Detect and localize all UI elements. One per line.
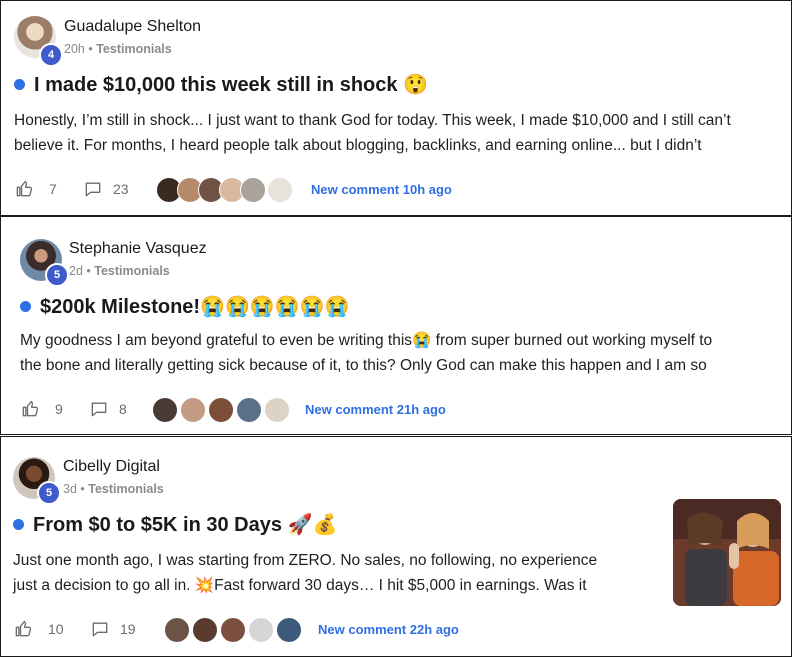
commenter-avatar[interactable] [164,617,190,643]
like-icon[interactable] [14,179,34,199]
gif-image [673,499,781,606]
author-name[interactable]: Stephanie Vasquez [69,240,207,258]
post-title[interactable]: From $0 to $5K in 30 Days 🚀💰 [33,512,337,537]
category-link[interactable]: Testimonials [96,42,171,56]
comment-icon[interactable] [90,619,110,639]
preview-line: Honestly, I’m still in shock... I just w… [14,112,731,129]
comment-icon[interactable] [89,399,109,419]
new-comment-link[interactable]: New comment 21h ago [305,402,446,417]
like-count: 9 [55,401,63,417]
preview-line: Just one month ago, I was starting from … [13,552,598,569]
post-thumbnail[interactable] [673,499,781,606]
post-title[interactable]: $200k Milestone!😭😭😭😭😭😭 [40,294,349,319]
preview-line: just a decision to go all in. 💥Fast forw… [13,577,587,594]
comment-count: 8 [119,401,127,417]
meta-separator: • [86,264,91,278]
post-time: 20h [64,42,85,56]
level-badge: 5 [45,263,69,287]
post-time: 2d [69,264,83,278]
post-meta: 3d • Testimonials [63,482,164,496]
like-icon[interactable] [13,619,33,639]
preview-line: the bone and literally getting sick beca… [20,357,707,374]
commenter-avatar[interactable] [240,177,266,203]
new-comment-link[interactable]: New comment 22h ago [318,622,459,637]
preview-line: believe it. For months, I heard people t… [14,137,702,154]
author-name[interactable]: Cibelly Digital [63,458,160,476]
preview-line: My goodness I am beyond grateful to even… [20,332,713,349]
post-preview[interactable]: My goodness I am beyond grateful to even… [20,328,712,378]
post-preview[interactable]: Just one month ago, I was starting from … [13,548,597,598]
comment-icon[interactable] [83,179,103,199]
like-icon[interactable] [20,399,40,419]
meta-separator: • [88,42,93,56]
commenter-avatar[interactable] [264,397,290,423]
commenter-avatar[interactable] [236,397,262,423]
commenter-avatar[interactable] [192,617,218,643]
comment-count: 19 [120,621,136,637]
level-badge: 4 [39,43,63,67]
post-card[interactable]: 5 Cibelly Digital 3d • Testimonials From… [0,436,792,657]
commenter-avatar[interactable] [208,397,234,423]
commenter-avatar[interactable] [152,397,178,423]
post-title[interactable]: I made $10,000 this week still in shock … [34,72,428,97]
post-card[interactable]: 4 Guadalupe Shelton 20h • Testimonials I… [0,0,792,216]
post-time: 3d [63,482,77,496]
unread-dot [14,79,25,90]
new-comment-link[interactable]: New comment 10h ago [311,182,452,197]
like-count: 10 [48,621,64,637]
level-badge: 5 [37,481,61,505]
post-card[interactable]: 5 Stephanie Vasquez 2d • Testimonials $2… [0,216,792,435]
unread-dot [20,301,31,312]
author-name[interactable]: Guadalupe Shelton [64,18,201,36]
like-count: 7 [49,181,57,197]
commenter-avatar[interactable] [276,617,302,643]
comment-count: 23 [113,181,129,197]
post-preview[interactable]: Honestly, I’m still in shock... I just w… [14,108,731,158]
category-link[interactable]: Testimonials [94,264,169,278]
meta-separator: • [80,482,85,496]
commenter-avatar[interactable] [180,397,206,423]
commenter-avatar[interactable] [267,177,293,203]
commenter-avatar[interactable] [248,617,274,643]
commenter-avatar[interactable] [220,617,246,643]
unread-dot [13,519,24,530]
category-link[interactable]: Testimonials [88,482,163,496]
post-meta: 20h • Testimonials [64,42,172,56]
post-meta: 2d • Testimonials [69,264,170,278]
